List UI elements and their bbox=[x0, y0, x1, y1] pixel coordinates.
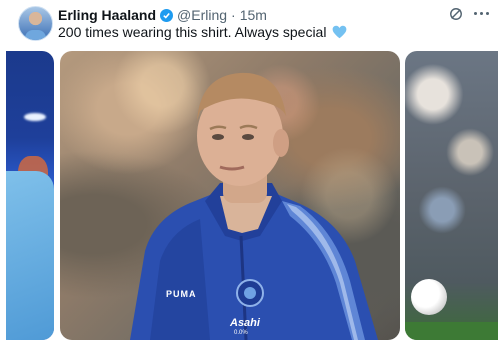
pitch-grass bbox=[405, 322, 498, 340]
jersey-sponsor: Asahi bbox=[230, 317, 260, 329]
jersey-sponsor-sub: 0.0% bbox=[234, 330, 248, 336]
tweet-body: 200 times wearing this shirt. Always spe… bbox=[58, 24, 327, 40]
timestamp[interactable]: 15m bbox=[240, 7, 267, 23]
football bbox=[411, 279, 447, 315]
display-name[interactable]: Erling Haaland bbox=[58, 7, 156, 23]
media-image-1[interactable] bbox=[6, 51, 54, 340]
grok-icon[interactable] bbox=[449, 7, 463, 21]
handle[interactable]: @Erling bbox=[177, 7, 227, 23]
jersey-brand: PUMA bbox=[166, 289, 197, 299]
media-image-2[interactable]: PUMA Asahi 0.0% bbox=[60, 51, 400, 340]
blue-sleeve bbox=[6, 171, 54, 340]
separator: · bbox=[231, 7, 236, 23]
tweet-text: 200 times wearing this shirt. Always spe… bbox=[58, 24, 347, 40]
more-options-icon[interactable] bbox=[474, 12, 490, 16]
verified-badge-icon[interactable] bbox=[160, 8, 174, 22]
stadium-light bbox=[24, 113, 46, 121]
tweet-header: Erling Haaland @Erling · 15m bbox=[58, 6, 267, 24]
media-image-3[interactable] bbox=[405, 51, 498, 340]
player-portrait bbox=[130, 72, 378, 340]
light-blue-heart-icon bbox=[332, 25, 347, 39]
tweet-avatar[interactable] bbox=[18, 6, 53, 41]
